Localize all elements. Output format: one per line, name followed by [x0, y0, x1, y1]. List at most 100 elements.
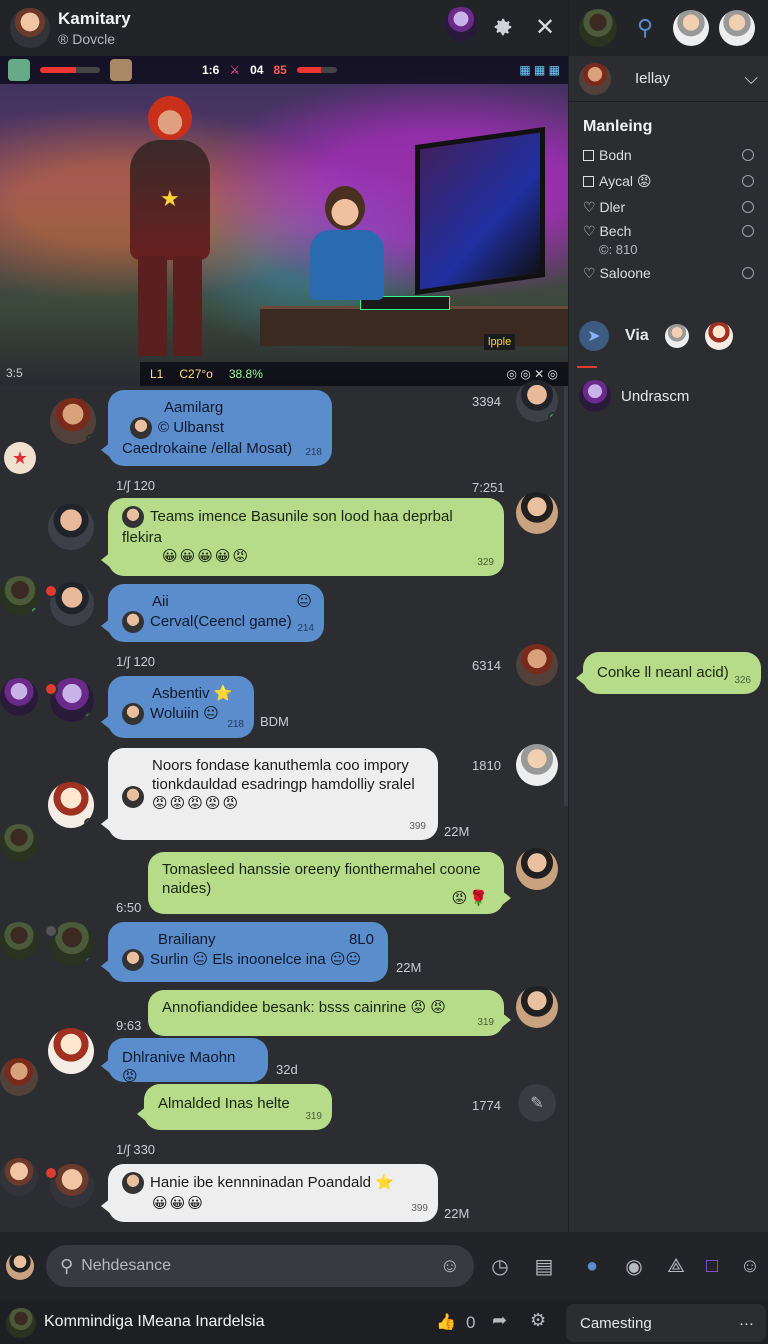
clock-icon[interactable]: ◷ [486, 1252, 514, 1280]
message-stamp: 399 [409, 821, 426, 832]
message-input-wrap[interactable]: ⚲ ☺ [46, 1245, 474, 1287]
message-time: 22M [396, 960, 422, 975]
participant-avatar[interactable] [444, 7, 478, 41]
avatar[interactable] [50, 398, 96, 444]
settings-icon[interactable] [486, 10, 520, 44]
chat-messages[interactable]: ★ Aamilarg © Ulbanst Caedrokaine /ellal … [0, 380, 568, 1232]
message-bubble[interactable]: Dhlranive Maohn 😡 [101, 1038, 268, 1085]
sticker-icon[interactable]: ◉ [620, 1252, 648, 1280]
right-tabs: ➤ Via [569, 306, 768, 366]
user-dropdown-label: Iellay [635, 70, 671, 87]
message-composer: ⚲ ☺ ◷ ▤ ● ◉ ⟁ □ ☺ [0, 1232, 768, 1300]
member-label: Bech [599, 222, 632, 239]
member-row[interactable]: Bodn [569, 142, 768, 168]
chat-icon[interactable]: ▤ [530, 1252, 558, 1280]
avatar[interactable] [0, 576, 40, 616]
share-icon[interactable]: ⟁ [662, 1252, 690, 1280]
message-bubble[interactable]: Brailiany Surlin 😐 Els inoonelce ina 😐😐 … [101, 922, 388, 982]
tab-label[interactable]: Via [625, 327, 649, 345]
avatar[interactable] [516, 986, 558, 1028]
hud-round: 04 [250, 63, 264, 77]
channel-title: Kamitary [58, 9, 131, 28]
avatar[interactable] [579, 9, 617, 47]
message-side-value: 8L0 [348, 931, 374, 948]
footer-bar: Kommindiga IMeana Inardelsia 👍 0 ➦ ⚙ Cam… [0, 1300, 768, 1344]
avatar [579, 62, 611, 95]
radio-icon[interactable] [742, 175, 754, 187]
more-icon[interactable]: ··· [739, 1315, 754, 1332]
avatar[interactable] [6, 1308, 36, 1338]
avatar-icon [122, 786, 144, 808]
message-text: Hanie ibe kennninadan Poandald ⭐ [150, 1173, 394, 1191]
avatar[interactable] [0, 824, 38, 862]
message-stamp: 329 [477, 557, 494, 568]
member-row[interactable]: Aycal 😡 [569, 168, 768, 194]
send-icon[interactable]: ➤ [579, 321, 609, 351]
avatar[interactable] [719, 10, 755, 46]
square-icon[interactable]: □ [698, 1252, 726, 1280]
avatar[interactable] [48, 1028, 94, 1074]
message-stamp: 326 [734, 675, 751, 686]
emoji-icon[interactable]: ☺ [440, 1255, 460, 1278]
channel-pill[interactable]: Camesting ··· [566, 1304, 766, 1342]
checkbox-icon[interactable] [583, 150, 594, 161]
avatar[interactable] [664, 324, 689, 348]
stream-controls-icon[interactable]: ◎ ◎ ✕ ◎ [507, 367, 558, 381]
close-badge-icon[interactable] [44, 924, 58, 938]
link-icon[interactable]: ⚲ [627, 10, 663, 46]
message-bubble[interactable]: Asbentiv ⭐ Woluiin 😐 218 [101, 676, 254, 738]
avatar[interactable] [6, 1252, 34, 1280]
avatar[interactable] [516, 744, 558, 786]
message-bubble[interactable]: Conke ll neanl acid) 326 [576, 652, 761, 694]
forward-icon[interactable]: ➦ [492, 1310, 507, 1331]
smile-icon[interactable]: ☺ [736, 1252, 764, 1280]
avatar[interactable] [0, 1058, 38, 1096]
avatar[interactable] [48, 504, 94, 550]
radio-icon[interactable] [742, 267, 754, 279]
message-bubble[interactable]: Aii Cerval(Ceencl game) 😐 214 [101, 584, 324, 642]
game-stream[interactable]: 1:6 ⚔ 04 85 ▦ ▦ ▦ ★ lpple 3:5 L1 C27°o 3… [0, 56, 568, 386]
user-dropdown[interactable]: Iellay ⌵ [569, 56, 768, 102]
message-bubble[interactable]: Hanie ibe kennninadan Poandald ⭐ 😀😀😀 399 [101, 1164, 438, 1222]
avatar[interactable] [0, 922, 38, 960]
radio-icon[interactable] [742, 149, 754, 161]
message-bubble[interactable]: Aamilarg © Ulbanst Caedrokaine /ellal Mo… [101, 390, 332, 466]
avatar[interactable] [0, 1158, 38, 1196]
message-bubble[interactable]: Noors fondase kanuthemla coo impory tion… [101, 748, 438, 840]
channel-avatar[interactable] [10, 8, 50, 48]
avatar[interactable] [704, 322, 733, 350]
gear-icon[interactable]: ⚙ [530, 1310, 546, 1331]
message-input[interactable] [81, 1257, 422, 1275]
radio-icon[interactable] [742, 225, 754, 237]
message-time: 22M [444, 1206, 470, 1221]
reaction-star-icon[interactable]: ★ [4, 442, 36, 474]
avatar[interactable] [516, 848, 558, 890]
avatar[interactable] [516, 644, 558, 686]
avatar[interactable] [516, 492, 558, 534]
edit-icon[interactable]: ✎ [518, 1084, 556, 1122]
member-row[interactable]: ♡ Bech [569, 220, 768, 242]
avatar[interactable] [48, 782, 94, 828]
message-bubble[interactable]: Almalded Inas helte 319 [137, 1084, 332, 1130]
message-bubble[interactable]: Teams imence Basunile son lood haa deprb… [101, 498, 504, 576]
member-row[interactable]: ♡ Saloone [569, 260, 768, 286]
info-icon[interactable]: ● [578, 1252, 606, 1280]
message-stamp: 399 [411, 1203, 428, 1214]
close-icon[interactable]: ✕ [528, 10, 562, 44]
member-row[interactable]: ♡ Dler [569, 194, 768, 220]
avatar[interactable] [673, 10, 709, 46]
message-emoji: 😀😀😀 [152, 1195, 205, 1212]
reaction-count: 0 [466, 1313, 476, 1332]
thumbs-up-icon[interactable]: 👍 [436, 1312, 456, 1332]
message-text: Caedrokaine /ellal Mosat) [122, 440, 293, 457]
checkbox-icon[interactable] [583, 175, 594, 187]
list-item[interactable]: Undrascm [569, 374, 768, 418]
heart-icon: ♡ [583, 264, 600, 281]
message-bubble[interactable]: Annofiandidee besank: bsss cainrine 😡 😡 … [148, 990, 511, 1036]
avatar[interactable] [0, 678, 38, 716]
message-text: Dhlranive Maohn 😡 [122, 1049, 236, 1085]
avatar[interactable] [516, 380, 558, 422]
message-time: 9:63 [116, 1018, 142, 1033]
radio-icon[interactable] [742, 201, 754, 213]
message-bubble[interactable]: Tomasleed hanssie oreeny fionthermahel c… [148, 852, 511, 914]
